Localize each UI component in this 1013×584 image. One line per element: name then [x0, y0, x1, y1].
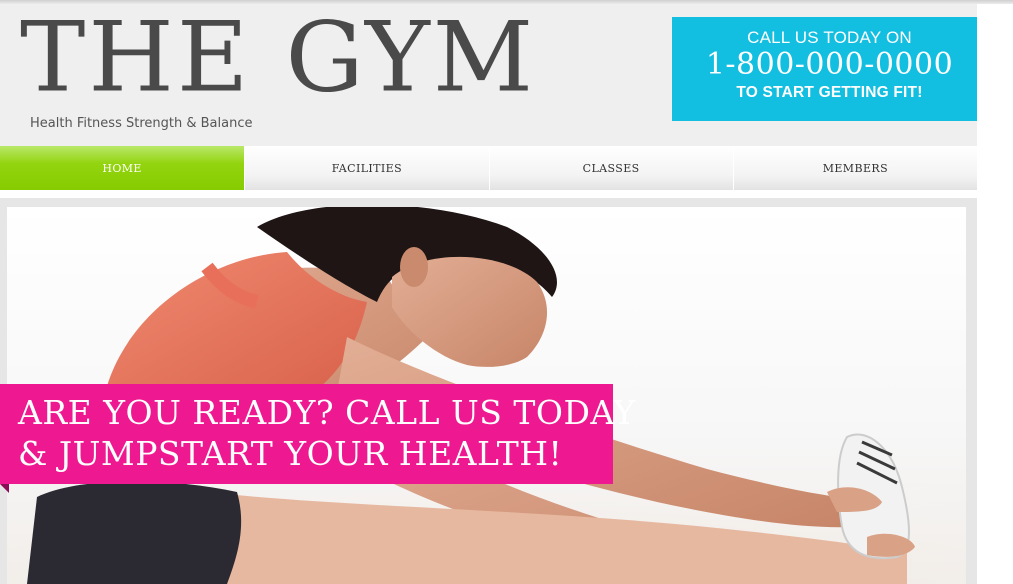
page-right-margin [977, 4, 1013, 584]
cta-phone-number[interactable]: 1-800-000-0000 [672, 47, 987, 82]
banner-headline-line-2: & JUMPSTART YOUR HEALTH! [18, 434, 563, 473]
hero-banner[interactable]: ARE YOU READY? CALL US TODAY & JUMPSTART… [0, 384, 635, 484]
cta-intro-text: CALL US TODAY ON [747, 28, 912, 47]
call-to-action-box: CALL US TODAY ON 1-800-000-0000 TO START… [672, 17, 987, 121]
nav-item-home[interactable]: HOME [0, 146, 245, 190]
site-logo[interactable]: THE GYM [20, 10, 536, 106]
main-navigation: HOME FACILITIES CLASSES MEMBERS [0, 146, 977, 190]
nav-item-members[interactable]: MEMBERS [732, 146, 977, 190]
banner-fold-corner [0, 484, 9, 493]
nav-item-facilities[interactable]: FACILITIES [244, 146, 488, 190]
site-tagline: Health Fitness Strength & Balance [30, 116, 253, 131]
cta-outro-text: TO START GETTING FIT! [736, 84, 923, 101]
banner-headline-line-1: ARE YOU READY? CALL US TODAY [18, 393, 636, 432]
nav-item-classes[interactable]: CLASSES [488, 146, 733, 190]
